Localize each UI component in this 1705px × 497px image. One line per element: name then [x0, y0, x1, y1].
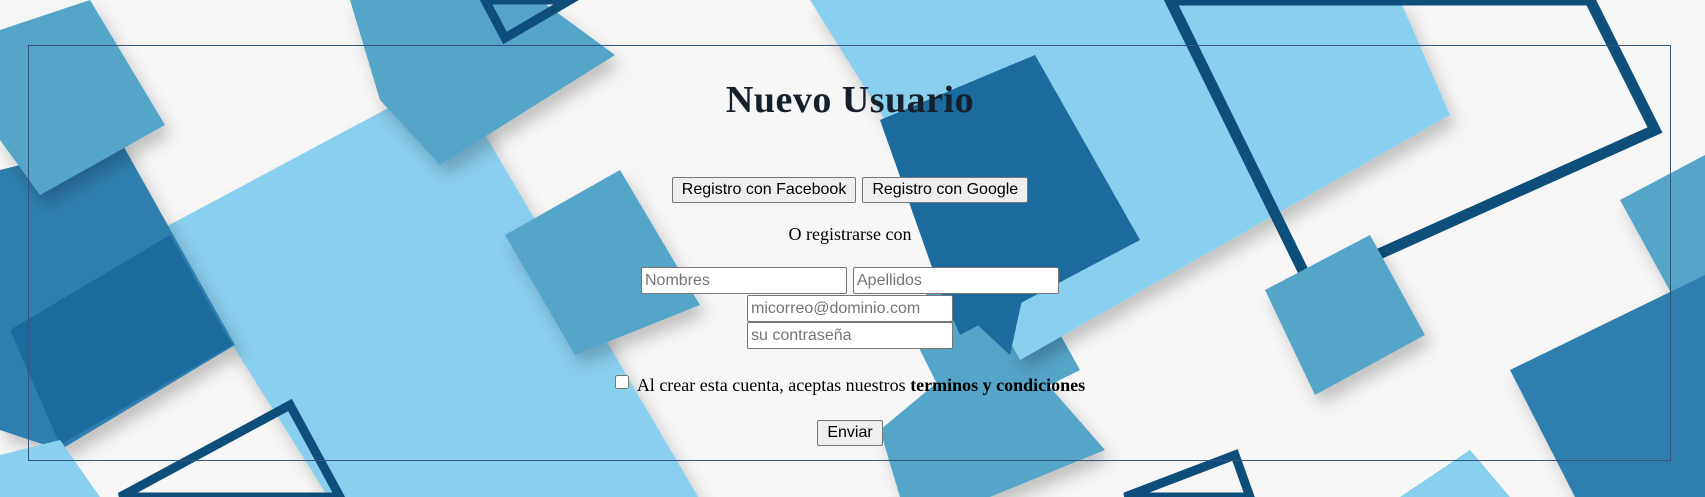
submit-row: Enviar [0, 420, 1700, 446]
registration-form: Nuevo Usuario Registro con Facebook Regi… [0, 0, 1705, 497]
name-fields-row [0, 267, 1700, 294]
email-field-row [0, 295, 1700, 322]
password-input[interactable] [747, 322, 953, 349]
social-login-row: Registro con Facebook Registro con Googl… [0, 177, 1700, 203]
terms-checkbox[interactable] [614, 375, 629, 389]
register-facebook-button[interactable]: Registro con Facebook [671, 177, 857, 203]
email-input[interactable] [747, 295, 953, 322]
terms-row: Al crear esta cuenta, aceptas nuestros t… [0, 375, 1700, 396]
terms-link[interactable]: terminos y condiciones [910, 375, 1085, 395]
or-register-text: O registrarse con [788, 224, 912, 244]
first-name-input[interactable] [641, 267, 847, 294]
register-google-button[interactable]: Registro con Google [862, 177, 1029, 203]
submit-button[interactable]: Enviar [817, 420, 883, 446]
last-name-input[interactable] [853, 267, 1059, 294]
terms-text: Al crear esta cuenta, aceptas nuestros [636, 375, 906, 395]
password-field-row [0, 322, 1700, 349]
page-title: Nuevo Usuario [725, 79, 975, 121]
